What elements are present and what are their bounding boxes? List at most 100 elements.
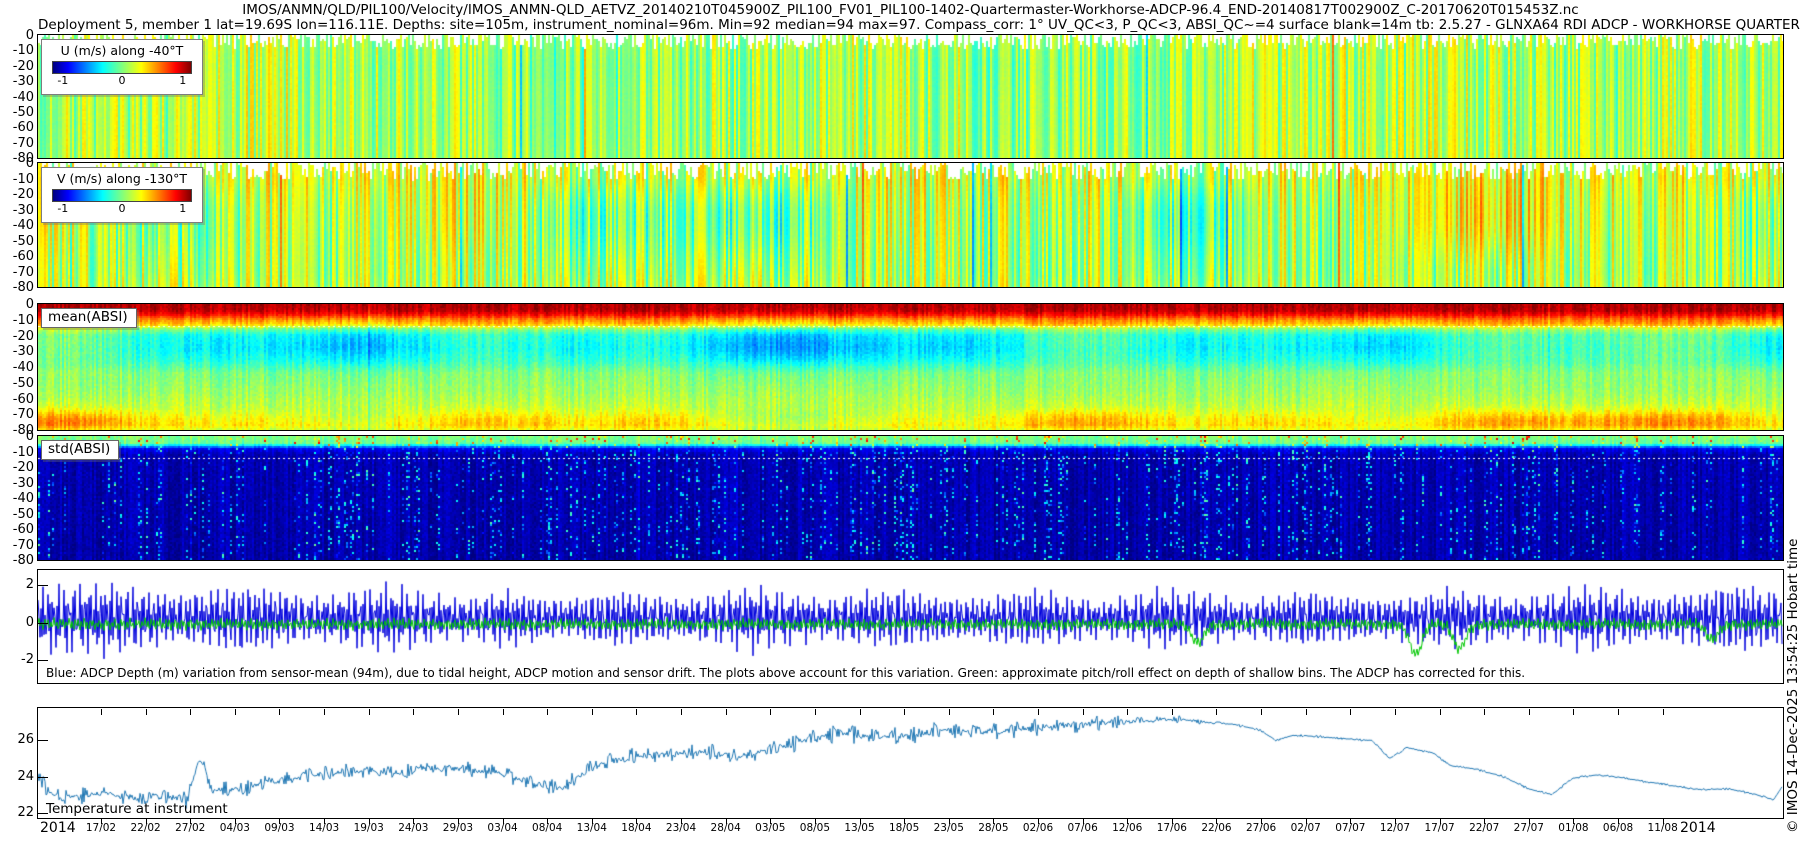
x-tick-mark bbox=[458, 818, 459, 824]
y-axis-depth-tick-label: -30 bbox=[0, 75, 34, 88]
x-tick-mark-top bbox=[547, 709, 548, 715]
x-tick-mark bbox=[235, 818, 236, 824]
colorbar-tick-label: -1 bbox=[57, 202, 68, 215]
y-axis-depth-tick-label: -20 bbox=[0, 330, 34, 343]
x-tick-mark bbox=[904, 818, 905, 824]
y-axis-depth-tick-label: 0 bbox=[0, 157, 34, 170]
x-tick-mark-top bbox=[413, 709, 414, 715]
x-tick-mark bbox=[369, 818, 370, 824]
panel-v-velocity: V (m/s) along -130°T -1 0 1 bbox=[37, 162, 1784, 288]
x-tick-mark bbox=[503, 818, 504, 824]
panel-std-absi: std(ABSI) bbox=[37, 435, 1784, 561]
x-tick-mark bbox=[1127, 818, 1128, 824]
x-tick-mark bbox=[949, 818, 950, 824]
v-velocity-heatmap bbox=[38, 163, 1783, 287]
mean-absi-label: mean(ABSI) bbox=[41, 308, 137, 328]
y-axis-depth-tick-label: -40 bbox=[0, 492, 34, 505]
y-axis-depth-tick-label: -50 bbox=[0, 508, 34, 521]
x-tick-mark-top bbox=[1440, 709, 1441, 715]
x-tick-mark-top bbox=[681, 709, 682, 715]
y-axis-depth-tick-label: -50 bbox=[0, 106, 34, 119]
v-colorbar-ticks: -1 0 1 bbox=[42, 202, 202, 217]
y-axis-depth-tick-label: -50 bbox=[0, 235, 34, 248]
y-axis-depth-tick-label: -60 bbox=[0, 523, 34, 536]
x-tick-mark-top bbox=[860, 709, 861, 715]
y-axis-depth-tick-label: -30 bbox=[0, 477, 34, 490]
y-axis-meters-tick-label: 2 bbox=[0, 578, 34, 591]
x-tick-mark-top bbox=[949, 709, 950, 715]
panel-temperature: Temperature at instrument bbox=[37, 707, 1784, 819]
x-tick-mark-top bbox=[1663, 709, 1664, 715]
x-tick-mark-top bbox=[1083, 709, 1084, 715]
y-axis-meters-tick-label: -2 bbox=[0, 653, 34, 666]
x-tick-mark bbox=[815, 818, 816, 824]
colorbar-tick-label: 0 bbox=[119, 74, 126, 87]
x-tick-mark bbox=[1306, 818, 1307, 824]
x-tick-mark-top bbox=[190, 709, 191, 715]
y-axis-depth-tick-label: -60 bbox=[0, 121, 34, 134]
x-tick-mark-top bbox=[904, 709, 905, 715]
x-tick-mark-top bbox=[324, 709, 325, 715]
y-axis-depth-tick-label: -30 bbox=[0, 204, 34, 217]
y-axis-depth-tick-label: -80 bbox=[0, 554, 34, 567]
x-tick-mark bbox=[279, 818, 280, 824]
y-axis-depth-tick-label: -70 bbox=[0, 408, 34, 421]
x-tick-mark-top bbox=[592, 709, 593, 715]
mean-absi-heatmap bbox=[38, 304, 1783, 430]
x-tick-mark-top bbox=[1172, 709, 1173, 715]
x-tick-mark-top bbox=[1484, 709, 1485, 715]
temperature-plot bbox=[38, 708, 1783, 818]
x-tick-mark bbox=[101, 818, 102, 824]
std-absi-heatmap bbox=[38, 436, 1783, 560]
y-tick-mark bbox=[38, 585, 48, 586]
y-axis-temperature-tick-label: 24 bbox=[0, 770, 34, 783]
y-axis-depth-tick-label: -70 bbox=[0, 539, 34, 552]
adcp-figure: IMOS/ANMN/QLD/PIL100/Velocity/IMOS_ANMN-… bbox=[0, 0, 1800, 850]
x-tick-mark bbox=[1618, 818, 1619, 824]
y-axis-depth-tick-label: -60 bbox=[0, 250, 34, 263]
y-axis-depth-tick-label: -40 bbox=[0, 219, 34, 232]
std-absi-label: std(ABSI) bbox=[41, 440, 119, 460]
panel-mean-absi: mean(ABSI) bbox=[37, 303, 1784, 431]
colorbar-tick-label: 1 bbox=[179, 74, 186, 87]
x-tick-mark bbox=[770, 818, 771, 824]
x-tick-mark bbox=[993, 818, 994, 824]
y-tick-mark bbox=[38, 623, 48, 624]
x-tick-mark bbox=[413, 818, 414, 824]
x-tick-mark bbox=[860, 818, 861, 824]
x-tick-mark bbox=[190, 818, 191, 824]
x-tick-mark-top bbox=[993, 709, 994, 715]
x-tick-mark-top bbox=[1127, 709, 1128, 715]
x-tick-mark bbox=[1573, 818, 1574, 824]
y-axis-temperature-tick-label: 26 bbox=[0, 733, 34, 746]
y-axis-depth-tick-label: -10 bbox=[0, 173, 34, 186]
x-tick-mark-top bbox=[770, 709, 771, 715]
x-tick-mark bbox=[1484, 818, 1485, 824]
x-tick-mark-top bbox=[279, 709, 280, 715]
x-tick-mark-top bbox=[1395, 709, 1396, 715]
x-tick-mark bbox=[1172, 818, 1173, 824]
y-axis-temperature-tick-label: 22 bbox=[0, 806, 34, 819]
x-tick-mark bbox=[146, 818, 147, 824]
y-axis-depth-tick-label: -30 bbox=[0, 345, 34, 358]
x-tick-mark-top bbox=[1350, 709, 1351, 715]
y-tick-mark bbox=[38, 740, 48, 741]
figure-title-filename: IMOS/ANMN/QLD/PIL100/Velocity/IMOS_ANMN-… bbox=[38, 2, 1783, 18]
x-tick-mark-top bbox=[1306, 709, 1307, 715]
u-legend-title: U (m/s) along -40°T bbox=[42, 43, 202, 58]
x-tick-mark-top bbox=[146, 709, 147, 715]
jet-colorbar bbox=[52, 189, 192, 202]
y-axis-depth-tick-label: -40 bbox=[0, 91, 34, 104]
x-tick-mark-top bbox=[235, 709, 236, 715]
x-tick-mark bbox=[681, 818, 682, 824]
depth-variation-note: Blue: ADCP Depth (m) variation from sens… bbox=[46, 666, 1525, 680]
x-tick-mark-top bbox=[1216, 709, 1217, 715]
x-tick-mark bbox=[1038, 818, 1039, 824]
x-tick-mark-top bbox=[815, 709, 816, 715]
x-tick-mark-top bbox=[503, 709, 504, 715]
y-axis-meters-tick-label: 0 bbox=[0, 616, 34, 629]
x-tick-mark-top bbox=[1529, 709, 1530, 715]
x-tick-mark bbox=[592, 818, 593, 824]
jet-colorbar bbox=[52, 61, 192, 74]
v-colorbar-legend: V (m/s) along -130°T -1 0 1 bbox=[41, 167, 203, 223]
